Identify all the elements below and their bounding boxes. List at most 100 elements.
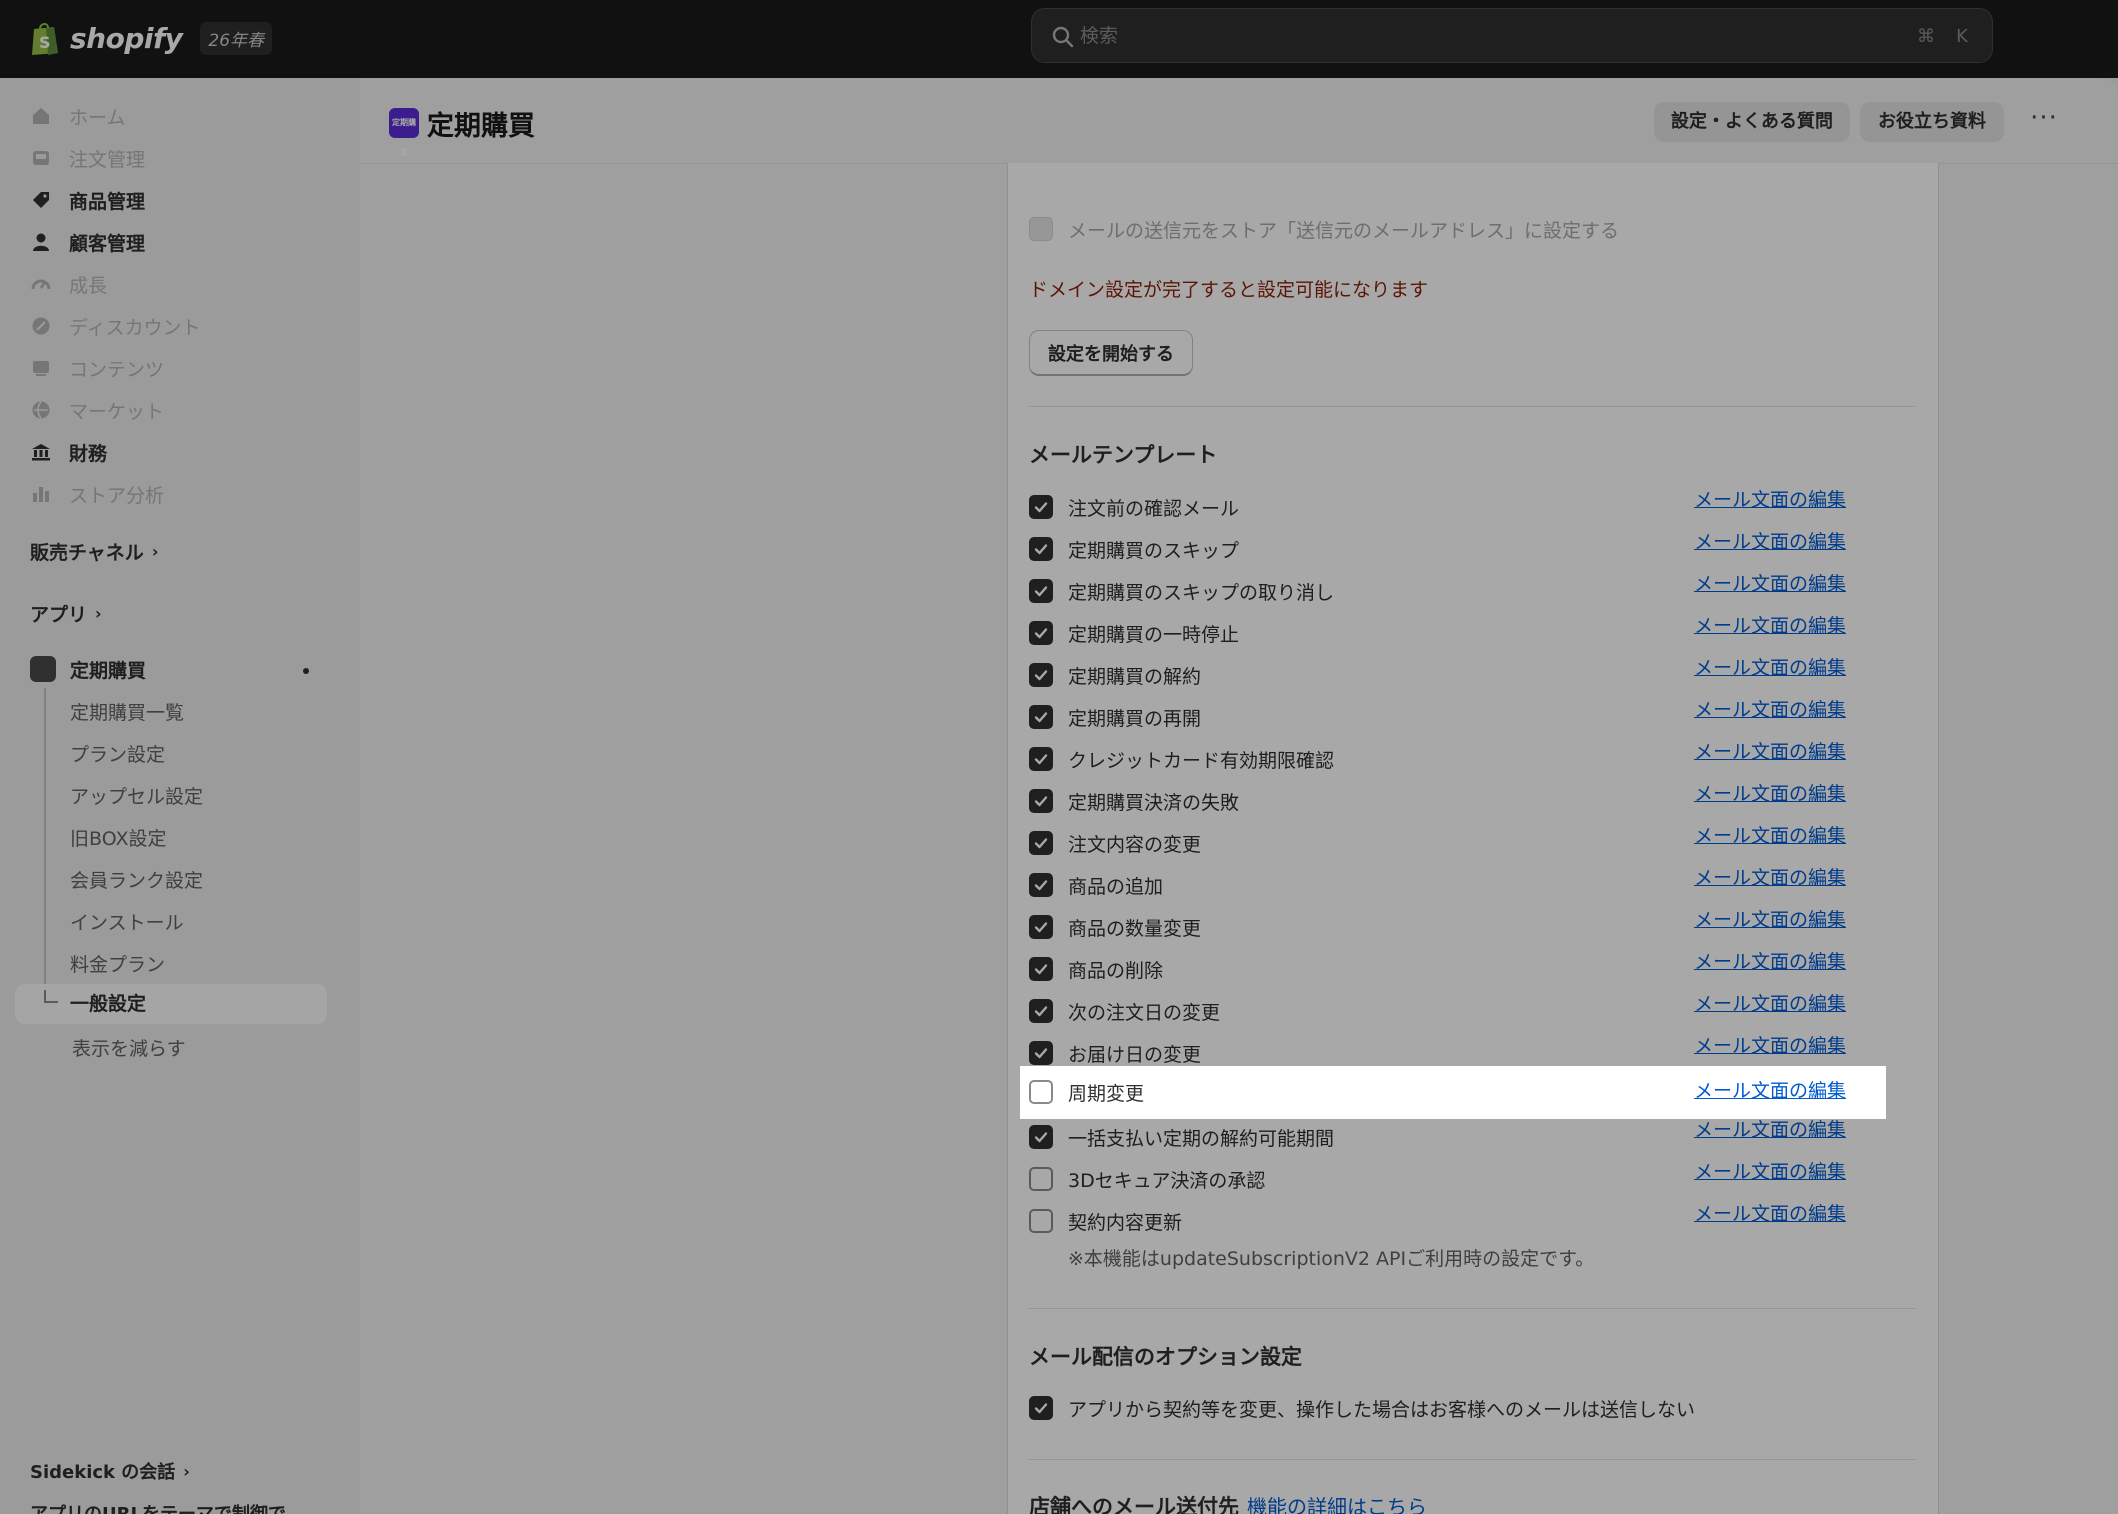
template-row[interactable]: お届け日の変更	[1029, 1037, 1201, 1069]
checkbox-checked[interactable]	[1029, 789, 1053, 813]
sub-upsell-settings[interactable]: アップセル設定	[70, 782, 203, 809]
template-row[interactable]: 定期購買の解約	[1029, 659, 1201, 691]
template-row[interactable]: 商品の数量変更	[1029, 911, 1201, 943]
template-row[interactable]: 注文前の確認メール	[1029, 491, 1239, 523]
nav-discounts[interactable]: ディスカウント	[30, 310, 201, 342]
edit-template-link[interactable]: メール文面の編集	[1694, 1199, 1846, 1226]
docs-button[interactable]: お役立ち資料	[1860, 102, 2004, 142]
app-pin-dot	[303, 668, 309, 674]
nav-content[interactable]: コンテンツ	[30, 352, 164, 384]
nav-analytics[interactable]: ストア分析	[30, 478, 164, 510]
sub-general-settings[interactable]: 一般設定	[15, 984, 327, 1024]
sales-channels-link[interactable]: 販売チャネル ›	[30, 538, 158, 565]
checkbox-checked[interactable]	[1029, 537, 1053, 561]
nav-label: 注文管理	[69, 148, 146, 171]
checkbox-checked[interactable]	[1029, 621, 1053, 645]
checkbox-checked[interactable]	[1029, 705, 1053, 729]
nav-markets[interactable]: マーケット	[30, 394, 164, 426]
chevron-right-icon: ›	[151, 542, 159, 561]
sub-pricing-plan[interactable]: 料金プラン	[70, 950, 165, 977]
sub-member-rank-settings[interactable]: 会員ランク設定	[70, 866, 203, 893]
edit-template-link[interactable]: メール文面の編集	[1694, 863, 1846, 890]
apps-link[interactable]: アプリ ›	[30, 600, 102, 627]
template-row-cycle-change[interactable]: 周期変更	[1029, 1076, 1144, 1108]
edit-template-link[interactable]: メール文面の編集	[1694, 737, 1846, 764]
nav-customers[interactable]: 顧客管理	[30, 226, 145, 258]
home-icon	[33, 108, 49, 124]
checkbox-checked[interactable]	[1029, 873, 1053, 897]
checkbox-checked[interactable]	[1029, 579, 1053, 603]
more-actions-icon[interactable]: ···	[2024, 102, 2064, 142]
nav-label: 財務	[69, 442, 108, 465]
tree-line	[44, 688, 46, 1006]
template-row[interactable]: 定期購買決済の失敗	[1029, 785, 1239, 817]
checkbox-checked[interactable]	[1029, 495, 1053, 519]
edit-template-link[interactable]: メール文面の編集	[1694, 485, 1846, 512]
nav-home[interactable]: ホーム	[30, 100, 125, 132]
details-link[interactable]: 機能の詳細はこちら	[1247, 1495, 1427, 1514]
checkbox-checked[interactable]	[1029, 747, 1053, 771]
template-row[interactable]: 注文内容の変更	[1029, 827, 1201, 859]
checkbox-checked[interactable]	[1029, 663, 1053, 687]
checkbox-checked[interactable]	[1029, 1041, 1053, 1065]
check-icon	[1034, 964, 1048, 975]
checkbox-checked[interactable]	[1029, 831, 1053, 855]
edit-template-link[interactable]: メール文面の編集	[1694, 947, 1846, 974]
shopify-logo[interactable]: S shopify 26年春	[30, 18, 273, 58]
search-input[interactable]	[1080, 19, 1780, 53]
template-row[interactable]: 定期購買の一時停止	[1029, 617, 1239, 649]
nav-finance[interactable]: 財務	[30, 436, 107, 468]
template-row[interactable]: 定期購買の再開	[1029, 701, 1201, 733]
sidekick-link[interactable]: Sidekick の会話 ›	[30, 1458, 190, 1484]
template-row[interactable]: 次の注文日の変更	[1029, 995, 1220, 1027]
app-subscription[interactable]: 定期購買	[70, 656, 146, 683]
start-setup-button[interactable]: 設定を開始する	[1029, 330, 1193, 376]
checkbox-unchecked[interactable]	[1029, 1167, 1053, 1191]
show-less-link[interactable]: 表示を減らす	[72, 1034, 186, 1061]
checkbox-checked[interactable]	[1029, 1396, 1053, 1420]
check-icon	[1034, 1403, 1048, 1414]
sub-install[interactable]: インストール	[70, 908, 184, 935]
edit-template-link[interactable]: メール文面の編集	[1694, 1115, 1846, 1142]
template-row[interactable]: 一括支払い定期の解約可能期間	[1029, 1121, 1334, 1153]
template-row[interactable]: 契約内容更新	[1029, 1205, 1182, 1237]
edit-template-link[interactable]: メール文面の編集	[1694, 821, 1846, 848]
edit-template-link[interactable]: メール文面の編集	[1694, 569, 1846, 596]
shopify-bag-icon: S	[32, 23, 58, 55]
edit-template-link[interactable]: メール文面の編集	[1694, 1157, 1846, 1184]
svg-text:S: S	[39, 33, 51, 52]
option-row[interactable]: アプリから契約等を変更、操作した場合はお客様へのメールは送信しない	[1029, 1392, 1695, 1424]
edit-template-link[interactable]: メール文面の編集	[1694, 779, 1846, 806]
edit-template-link[interactable]: メール文面の編集	[1694, 905, 1846, 932]
edit-template-link[interactable]: メール文面の編集	[1694, 653, 1846, 680]
nav-label: ホーム	[69, 106, 126, 129]
checkbox-checked[interactable]	[1029, 999, 1053, 1023]
template-row[interactable]: クレジットカード有効期限確認	[1029, 743, 1334, 775]
sub-old-box-settings[interactable]: 旧BOX設定	[70, 824, 166, 851]
checkbox-unchecked[interactable]	[1029, 1080, 1053, 1104]
sub-subscription-list[interactable]: 定期購買一覧	[70, 698, 184, 725]
check-icon	[1034, 586, 1048, 597]
checkbox-checked[interactable]	[1029, 957, 1053, 981]
edit-template-link[interactable]: メール文面の編集	[1694, 1031, 1846, 1058]
nav-products[interactable]: 商品管理	[30, 184, 145, 216]
edit-template-link[interactable]: メール文面の編集	[1694, 527, 1846, 554]
edit-template-link[interactable]: メール文面の編集	[1694, 1076, 1846, 1103]
template-row[interactable]: 商品の削除	[1029, 953, 1163, 985]
template-row[interactable]: 定期購買のスキップの取り消し	[1029, 575, 1334, 607]
nav-growth[interactable]: 成長	[30, 268, 107, 300]
edit-template-link[interactable]: メール文面の編集	[1694, 989, 1846, 1016]
nav-orders[interactable]: 注文管理	[30, 142, 145, 174]
faq-button[interactable]: 設定・よくある質問	[1654, 102, 1850, 142]
edit-template-link[interactable]: メール文面の編集	[1694, 695, 1846, 722]
checkbox-unchecked[interactable]	[1029, 1209, 1053, 1233]
checkbox-checked[interactable]	[1029, 915, 1053, 939]
template-row[interactable]: 定期購買のスキップ	[1029, 533, 1239, 565]
domain-warning-text: ドメイン設定が完了すると設定可能になります	[1029, 279, 1429, 301]
sub-plan-settings[interactable]: プラン設定	[70, 740, 165, 767]
checkbox-checked[interactable]	[1029, 1125, 1053, 1149]
search-bar[interactable]: ⌘ K	[1031, 8, 1993, 63]
template-row[interactable]: 商品の追加	[1029, 869, 1163, 901]
edit-template-link[interactable]: メール文面の編集	[1694, 611, 1846, 638]
template-row[interactable]: 3Dセキュア決済の承認	[1029, 1163, 1265, 1195]
